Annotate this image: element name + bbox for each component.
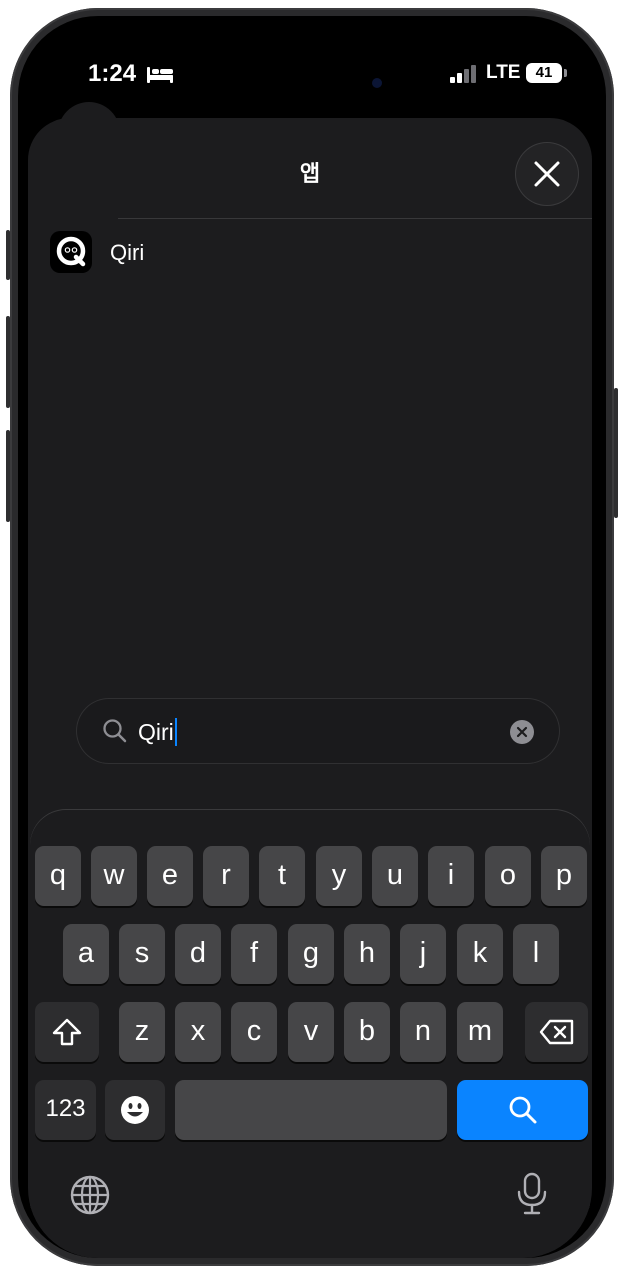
emoji-icon bbox=[121, 1096, 149, 1124]
camera-dot bbox=[372, 78, 382, 88]
key-v[interactable]: v bbox=[288, 1002, 334, 1062]
delete-key[interactable] bbox=[525, 1002, 588, 1062]
text-caret bbox=[174, 718, 177, 746]
shift-key[interactable] bbox=[35, 1002, 99, 1062]
clear-button[interactable] bbox=[510, 720, 534, 744]
keyboard: q w e r t y u i o p a s d f g h j k l z … bbox=[30, 810, 590, 1258]
volume-up-button bbox=[6, 316, 10, 408]
key-l[interactable]: l bbox=[513, 924, 559, 984]
dynamic-island bbox=[230, 56, 420, 112]
microphone-icon[interactable] bbox=[514, 1172, 550, 1216]
action-button bbox=[6, 230, 10, 280]
key-b[interactable]: b bbox=[344, 1002, 390, 1062]
key-n[interactable]: n bbox=[400, 1002, 446, 1062]
key-w[interactable]: w bbox=[91, 846, 137, 906]
signal-icon bbox=[450, 65, 476, 83]
header-divider bbox=[118, 218, 592, 219]
clear-icon bbox=[516, 726, 528, 738]
battery-tip bbox=[564, 69, 567, 77]
delete-icon bbox=[539, 1019, 574, 1045]
search-icon bbox=[103, 719, 127, 743]
key-m[interactable]: m bbox=[457, 1002, 503, 1062]
key-h[interactable]: h bbox=[344, 924, 390, 984]
close-button[interactable] bbox=[515, 142, 579, 206]
key-t[interactable]: t bbox=[259, 846, 305, 906]
battery-level: 41 bbox=[535, 64, 553, 81]
key-f[interactable]: f bbox=[231, 924, 277, 984]
sheet-title: 앱 bbox=[299, 161, 321, 186]
shift-icon bbox=[52, 1018, 82, 1046]
key-c[interactable]: c bbox=[231, 1002, 277, 1062]
app-picker-sheet: 앱 Qiri Qiri q w e r t y u i o p a s d f … bbox=[28, 118, 592, 1258]
key-s[interactable]: s bbox=[119, 924, 165, 984]
key-i[interactable]: i bbox=[428, 846, 474, 906]
key-o[interactable]: o bbox=[485, 846, 531, 906]
numbers-key[interactable]: 123 bbox=[35, 1080, 96, 1140]
key-p[interactable]: p bbox=[541, 846, 587, 906]
search-value: Qiri bbox=[138, 719, 174, 745]
key-a[interactable]: a bbox=[63, 924, 109, 984]
side-button bbox=[614, 388, 618, 518]
key-g[interactable]: g bbox=[288, 924, 334, 984]
search-field[interactable]: Qiri bbox=[76, 698, 560, 764]
search-key[interactable] bbox=[457, 1080, 588, 1140]
key-z[interactable]: z bbox=[119, 1002, 165, 1062]
volume-down-button bbox=[6, 430, 10, 522]
key-k[interactable]: k bbox=[457, 924, 503, 984]
key-j[interactable]: j bbox=[400, 924, 446, 984]
globe-icon[interactable] bbox=[69, 1174, 111, 1216]
search-key-icon bbox=[509, 1096, 537, 1124]
key-r[interactable]: r bbox=[203, 846, 249, 906]
search-input[interactable]: Qiri bbox=[138, 718, 177, 746]
key-e[interactable]: e bbox=[147, 846, 193, 906]
key-q[interactable]: q bbox=[35, 846, 81, 906]
key-u[interactable]: u bbox=[372, 846, 418, 906]
status-time: 1:24 bbox=[88, 60, 137, 87]
battery-icon: 41 bbox=[526, 63, 562, 83]
close-icon bbox=[534, 161, 560, 187]
key-d[interactable]: d bbox=[175, 924, 221, 984]
network-label: LTE bbox=[486, 62, 521, 83]
key-x[interactable]: x bbox=[175, 1002, 221, 1062]
emoji-key[interactable] bbox=[105, 1080, 165, 1140]
screen: 1:24 LTE 41 앱 Qiri Qiri q w e r t y u i … bbox=[18, 16, 606, 1258]
key-y[interactable]: y bbox=[316, 846, 362, 906]
bed-icon bbox=[147, 67, 173, 83]
space-key[interactable] bbox=[175, 1080, 447, 1140]
phone-frame: 1:24 LTE 41 앱 Qiri Qiri q w e r t y u i … bbox=[6, 8, 618, 1266]
result-row-qiri[interactable]: Qiri bbox=[28, 226, 592, 290]
qiri-app-icon bbox=[50, 231, 92, 273]
result-name: Qiri bbox=[110, 240, 145, 265]
